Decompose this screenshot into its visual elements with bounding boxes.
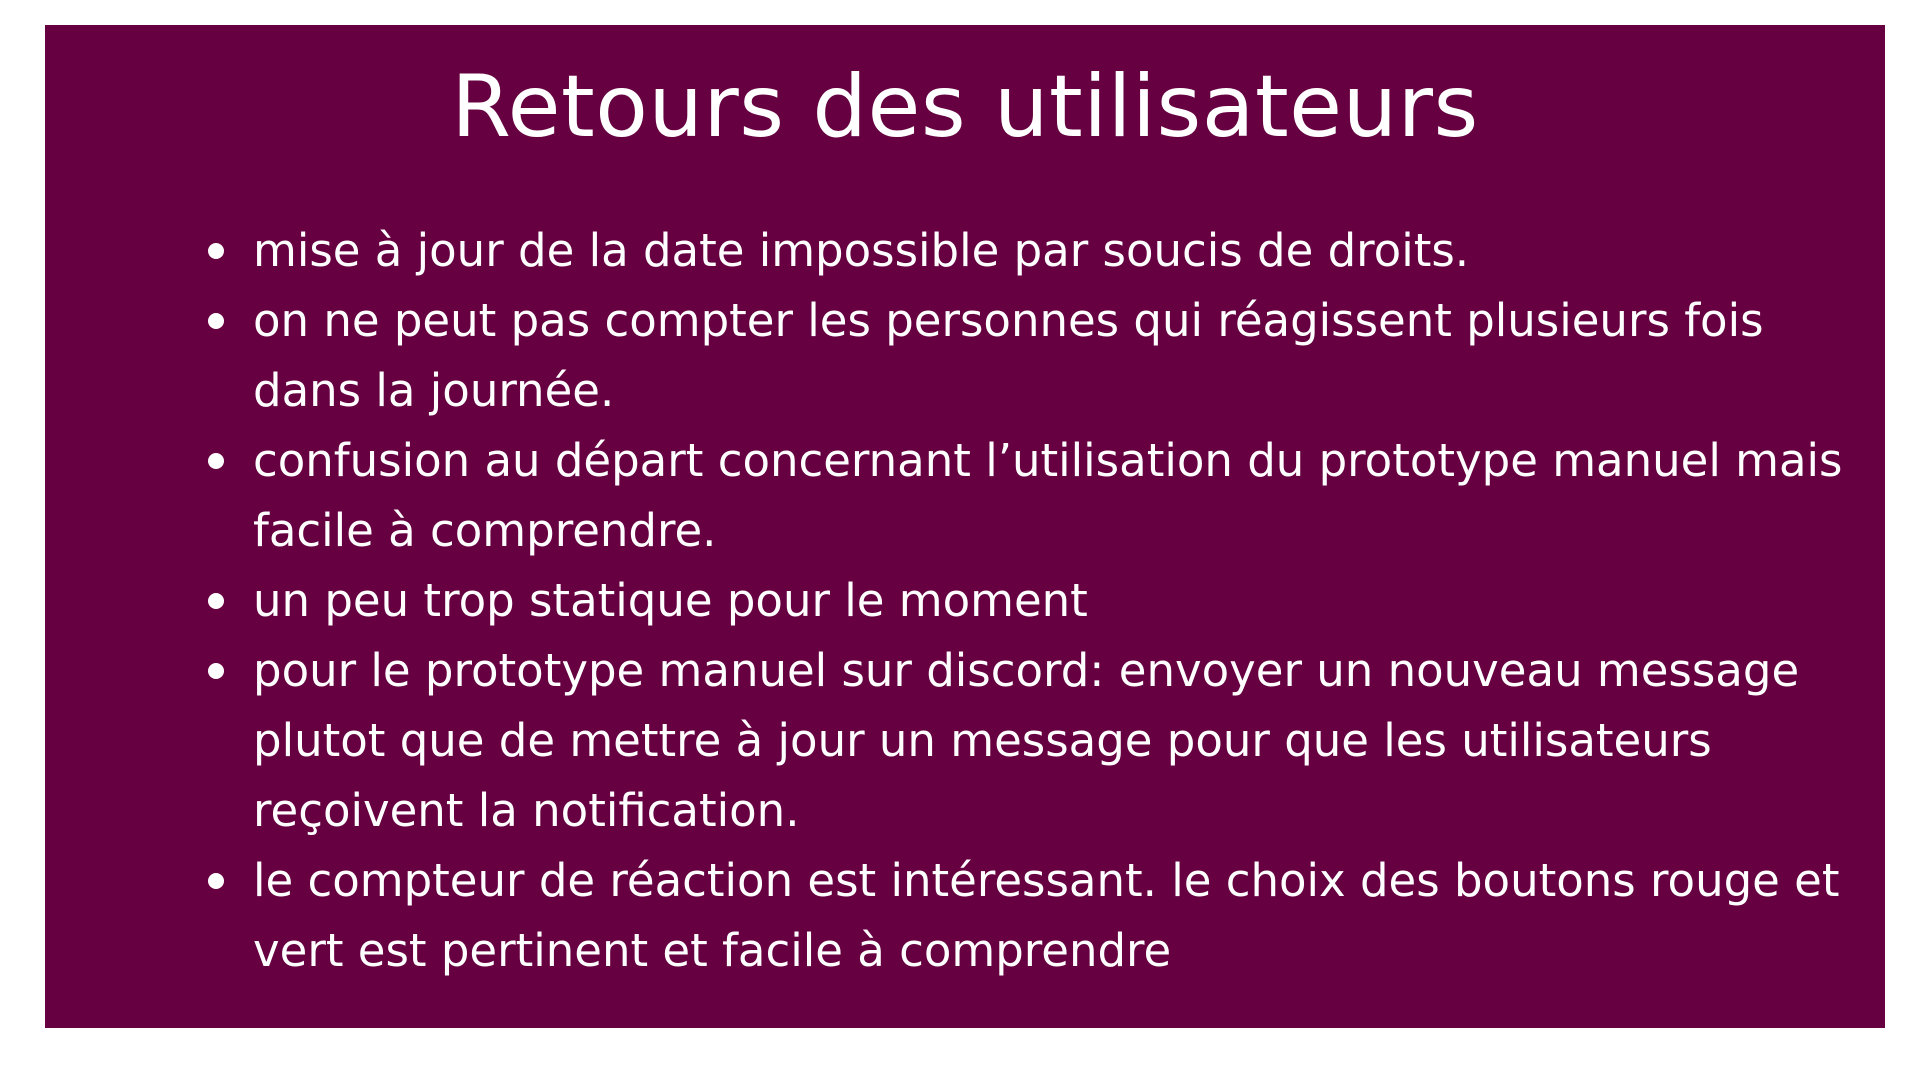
- list-item: un peu trop statique pour le moment: [208, 566, 1858, 636]
- list-item-text: le compteur de réaction est intéressant.…: [253, 854, 1840, 977]
- bullet-icon: [208, 453, 224, 469]
- list-item: confusion au départ concernant l’utilisa…: [208, 426, 1858, 566]
- list-item: mise à jour de la date impossible par so…: [208, 216, 1858, 286]
- list-item-text: confusion au départ concernant l’utilisa…: [253, 434, 1843, 557]
- feedback-list: mise à jour de la date impossible par so…: [208, 216, 1858, 986]
- list-item: le compteur de réaction est intéressant.…: [208, 846, 1858, 986]
- bullet-icon: [208, 593, 224, 609]
- slide: Retours des utilisateurs mise à jour de …: [45, 25, 1885, 1028]
- list-item: pour le prototype manuel sur discord: en…: [208, 636, 1858, 846]
- list-item-text: un peu trop statique pour le moment: [253, 574, 1088, 627]
- list-item-text: pour le prototype manuel sur discord: en…: [253, 644, 1800, 837]
- bullet-icon: [208, 873, 224, 889]
- bullet-icon: [208, 313, 224, 329]
- list-item-text: mise à jour de la date impossible par so…: [253, 224, 1470, 277]
- slide-title: Retours des utilisateurs: [451, 57, 1479, 157]
- list-item-text: on ne peut pas compter les personnes qui…: [253, 294, 1764, 417]
- list-item: on ne peut pas compter les personnes qui…: [208, 286, 1858, 426]
- bullet-icon: [208, 243, 224, 259]
- bullet-icon: [208, 663, 224, 679]
